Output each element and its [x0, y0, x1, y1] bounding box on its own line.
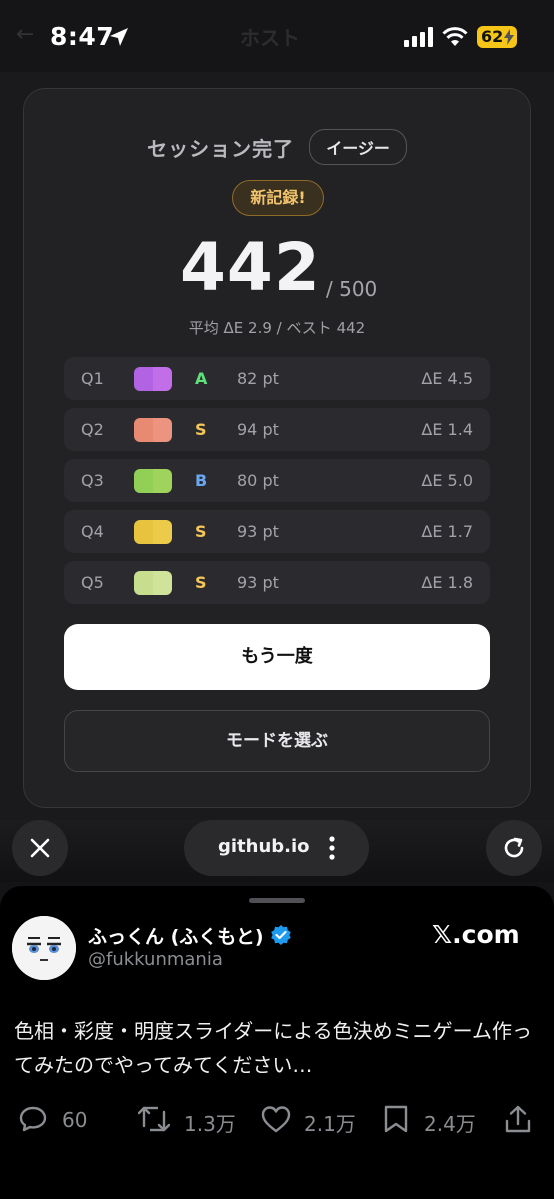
round-delta-e: ΔE 1.4 [421, 420, 473, 439]
session-complete-title: セッション完了 [147, 136, 295, 161]
round-label: Q4 [81, 522, 104, 541]
guess-color-half [153, 418, 172, 442]
repost-count: 1.3万 [184, 1112, 236, 1136]
round-grade: S [195, 522, 207, 541]
round-grade: B [195, 471, 208, 490]
target-color-half [134, 418, 153, 442]
score-stats: 平均 ΔE 2.9 / ベスト 442 [188, 319, 366, 337]
target-color-half [134, 571, 153, 595]
more-options-icon[interactable] [328, 834, 336, 862]
status-bar: ← ホスト 8:47 62 [0, 0, 554, 72]
round-result-row: Q4 S 93 pt ΔE 1.7 [64, 510, 490, 553]
round-result-row: Q5 S 93 pt ΔE 1.8 [64, 561, 490, 604]
retry-button[interactable]: もう一度 [64, 624, 490, 690]
close-browser-button[interactable] [12, 820, 68, 876]
choose-mode-button[interactable]: モードを選ぶ [64, 710, 490, 772]
total-score: 442 [180, 229, 321, 306]
share-icon [505, 1105, 531, 1133]
post-sheet: ふっくん (ふくもと) @fukkunmania 𝕏.com 色相・彩度・明度ス… [0, 886, 554, 1199]
round-results-list: Q1 A 82 pt ΔE 4.5 Q2 S 94 pt ΔE 1.4 Q3 B 80 pt ΔE 5… [64, 357, 490, 612]
color-swatch [134, 469, 172, 493]
post-text: 色相・彩度・明度スライダーによる色決めミニゲーム作ってみたのでやってみてください… [14, 1019, 532, 1077]
difficulty-badge: イージー [309, 129, 407, 165]
reload-button[interactable] [486, 820, 542, 876]
cellular-signal-icon [404, 27, 433, 47]
target-color-half [134, 469, 153, 493]
round-points: 82 pt [237, 369, 279, 388]
round-label: Q5 [81, 573, 104, 592]
author-handle[interactable]: @fukkunmania [88, 949, 223, 970]
round-delta-e: ΔE 1.7 [421, 522, 473, 541]
round-points: 80 pt [237, 471, 279, 490]
url-pill[interactable]: github.io [184, 820, 369, 876]
score-max: / 500 [326, 277, 378, 301]
author-avatar[interactable] [12, 916, 76, 980]
author-name[interactable]: ふっくん (ふくもと) [88, 922, 264, 949]
color-swatch [134, 418, 172, 442]
guess-color-half [153, 571, 172, 595]
battery-indicator: 62 [477, 26, 517, 48]
x-com-logo[interactable]: 𝕏.com [432, 920, 520, 949]
round-label: Q3 [81, 471, 104, 490]
charging-bolt-icon [504, 29, 514, 45]
reply-count: 60 [62, 1108, 88, 1132]
guess-color-half [153, 469, 172, 493]
round-grade: S [195, 573, 207, 592]
reply-icon [19, 1106, 47, 1132]
round-result-row: Q1 A 82 pt ΔE 4.5 [64, 357, 490, 400]
back-arrow-icon: ← [16, 22, 35, 47]
like-count: 2.1万 [304, 1112, 356, 1136]
status-time: 8:47 [50, 22, 115, 51]
battery-level: 62 [481, 27, 504, 46]
wifi-icon [442, 27, 468, 46]
target-color-half [134, 367, 153, 391]
reload-icon [504, 837, 524, 858]
round-points: 93 pt [237, 573, 279, 592]
color-swatch [134, 571, 172, 595]
round-points: 94 pt [237, 420, 279, 439]
result-card: セッション完了 イージー 新記録! 442 / 500 平均 ΔE 2.9 / … [23, 88, 531, 808]
round-label: Q1 [81, 369, 104, 388]
repost-icon [138, 1106, 170, 1132]
color-swatch [134, 520, 172, 544]
verified-badge-icon [271, 925, 291, 945]
round-grade: S [195, 420, 207, 439]
new-record-badge: 新記録! [232, 180, 324, 216]
round-grade: A [195, 369, 208, 388]
round-label: Q2 [81, 420, 104, 439]
sheet-grabber[interactable] [249, 898, 305, 903]
avatar-face-illustration [12, 916, 76, 980]
round-result-row: Q2 S 94 pt ΔE 1.4 [64, 408, 490, 451]
close-icon [30, 838, 50, 858]
color-swatch [134, 367, 172, 391]
location-arrow-icon [110, 28, 128, 46]
guess-color-half [153, 367, 172, 391]
post-actions: 60 1.3万 2.1万 2.4万 [0, 1100, 554, 1140]
heart-icon [261, 1106, 291, 1133]
round-result-row: Q3 B 80 pt ΔE 5.0 [64, 459, 490, 502]
round-points: 93 pt [237, 522, 279, 541]
background-page-title: ホスト [240, 26, 300, 50]
round-delta-e: ΔE 4.5 [421, 369, 473, 388]
target-color-half [134, 520, 153, 544]
bookmark-icon [384, 1105, 408, 1133]
round-delta-e: ΔE 5.0 [421, 471, 473, 490]
url-text: github.io [218, 836, 310, 857]
round-delta-e: ΔE 1.8 [421, 573, 473, 592]
card-header: セッション完了 イージー [24, 129, 530, 165]
guess-color-half [153, 520, 172, 544]
bookmark-count: 2.4万 [424, 1112, 476, 1136]
